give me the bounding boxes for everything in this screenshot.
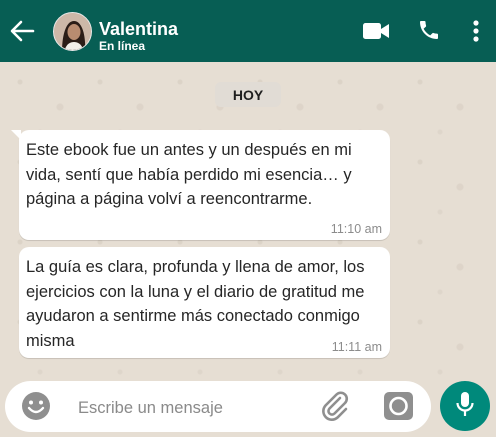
message-text: Este ebook fue un antes y un después en … [26,141,352,208]
arrow-left-icon[interactable] [8,17,36,45]
day-badge: HOY [215,82,281,107]
message-input[interactable]: Escribe un mensaje [78,399,223,418]
contact-status: En línea [99,39,146,53]
video-call-icon[interactable] [362,20,390,42]
message-time: 11:10 am [330,222,382,236]
message-text: La guía es clara, profunda y llena de am… [26,258,365,350]
paperclip-icon[interactable] [318,389,352,423]
chat-header: Valentina En línea [0,0,496,62]
message-bubble[interactable]: La guía es clara, profunda y llena de am… [19,247,390,358]
message-bubble[interactable]: Este ebook fue un antes y un después en … [11,130,390,240]
phone-icon[interactable] [417,18,441,42]
contact-name[interactable]: Valentina [99,19,178,40]
more-vertical-icon[interactable] [469,18,483,44]
camera-icon[interactable] [383,391,414,421]
emoji-icon[interactable] [20,390,52,422]
avatar[interactable] [53,12,92,51]
microphone-icon [454,390,476,423]
message-time: 11:11 am [331,340,382,354]
microphone-button[interactable] [440,381,490,431]
message-composer: Escribe un mensaje [5,381,431,432]
